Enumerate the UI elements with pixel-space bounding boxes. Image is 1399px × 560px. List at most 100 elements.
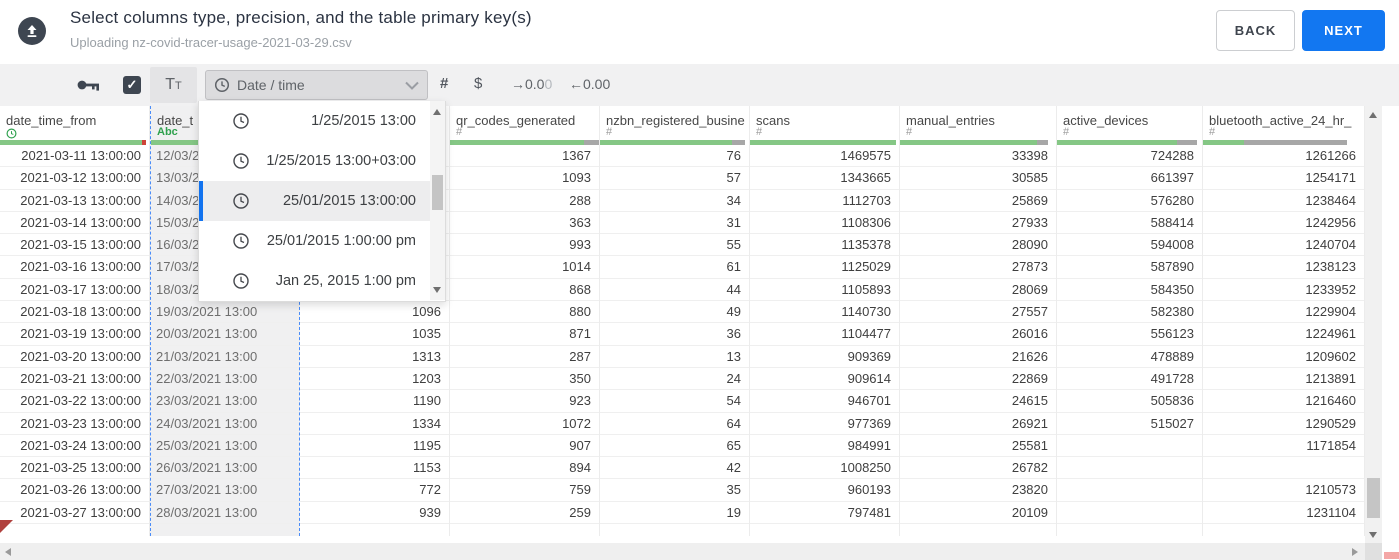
- table-cell: 1072: [450, 413, 599, 435]
- table-cell: 1210573: [1203, 479, 1364, 502]
- column-header[interactable]: manual_entries: [900, 106, 1056, 128]
- scroll-right-icon[interactable]: [1352, 548, 1358, 556]
- clock-icon: [233, 193, 249, 209]
- scroll-down-icon[interactable]: [1369, 532, 1377, 538]
- table-cell: 2021-03-25 13:00:00: [0, 457, 149, 480]
- table-cell: 2021-03-23 13:00:00: [0, 413, 149, 435]
- table-cell: 1035: [300, 323, 449, 346]
- date-format-option[interactable]: 1/25/2015 13:00: [199, 101, 445, 141]
- type-select-value: Date / time: [237, 77, 305, 93]
- table-cell: 556123: [1057, 323, 1202, 346]
- dropdown-scrollbar[interactable]: [430, 101, 445, 300]
- table-cell: 61: [600, 256, 749, 279]
- dropdown-scroll-thumb[interactable]: [432, 175, 443, 210]
- type-select[interactable]: Date / time: [205, 70, 428, 100]
- table-cell: 2021-03-17 13:00:00: [0, 279, 149, 302]
- table-cell: 36: [600, 323, 749, 346]
- column-checkbox[interactable]: ✓: [123, 76, 141, 94]
- table-cell: 1105893: [750, 279, 899, 302]
- date-format-option[interactable]: 25/01/2015 1:00:00 pm: [199, 221, 445, 261]
- table-cell: 55: [600, 234, 749, 257]
- table-cell: 1216460: [1203, 390, 1364, 413]
- column-type-glyph: [0, 128, 149, 139]
- table-cell: 23820: [900, 479, 1056, 502]
- table-cell: 2021-03-24 13:00:00: [0, 435, 149, 458]
- toolbar: ✓ TT Date / time # $ →0.00 ←0.00: [0, 64, 1399, 106]
- table-cell: 1254171: [1203, 167, 1364, 190]
- table-cell: 1290529: [1203, 413, 1364, 435]
- horizontal-scrollbar[interactable]: [0, 543, 1365, 560]
- column-header[interactable]: bluetooth_active_24_hr_: [1203, 106, 1364, 128]
- text-type-label-big: T: [165, 76, 176, 93]
- scroll-left-icon[interactable]: [5, 548, 11, 556]
- decrease-decimals-button[interactable]: ←0.00: [569, 76, 610, 92]
- table-cell: [1057, 479, 1202, 502]
- table-cell: 1096: [300, 301, 449, 324]
- table-cell: 28090: [900, 234, 1056, 257]
- table-column[interactable]: date_time_from 2021-03-11 13:00:00 2021-03…: [0, 106, 150, 536]
- table-cell: 350: [450, 368, 599, 391]
- clock-icon: [233, 153, 249, 169]
- increase-decimals-button[interactable]: →0.00: [511, 76, 552, 92]
- number-type-button[interactable]: #: [440, 75, 448, 92]
- date-format-dropdown: 1/25/2015 13:00 1/25/2015 13:00+03:00 25/0…: [198, 101, 446, 302]
- table-column[interactable]: nzbn_registered_busine #76 57 34 31 55 61 44 49 3…: [600, 106, 750, 536]
- back-button[interactable]: BACK: [1216, 10, 1295, 51]
- column-header[interactable]: active_devices: [1057, 106, 1202, 128]
- inc-decimal-faded: 0: [544, 76, 553, 92]
- upload-subtitle: Uploading nz-covid-tracer-usage-2021-03-…: [70, 35, 352, 50]
- table-cell: 505836: [1057, 390, 1202, 413]
- table-cell: 76: [600, 145, 749, 168]
- date-format-option[interactable]: Jan 25, 2015 1:00 pm: [199, 261, 445, 301]
- table-cell: 939: [300, 502, 449, 525]
- column-header[interactable]: scans: [750, 106, 899, 128]
- table-cell: 26016: [900, 323, 1056, 346]
- table-cell: 797481: [750, 502, 899, 525]
- table-cell: 54: [600, 390, 749, 413]
- vertical-scroll-thumb[interactable]: [1367, 478, 1380, 518]
- table-cell: 30585: [900, 167, 1056, 190]
- scroll-up-icon[interactable]: [1369, 112, 1377, 118]
- table-cell: 1469575: [750, 145, 899, 168]
- table-cell: 894: [450, 457, 599, 480]
- table-column[interactable]: bluetooth_active_24_hr_ #1261266 1254171 12…: [1203, 106, 1365, 536]
- currency-type-button[interactable]: $: [474, 75, 482, 92]
- table-cell: 1093: [450, 167, 599, 190]
- table-cell: 363: [450, 212, 599, 235]
- table-cell: 23/03/2021 13:00: [151, 390, 299, 413]
- table-cell: 1014: [450, 256, 599, 279]
- column-type-glyph: #: [756, 126, 763, 138]
- table-cell: 1242956: [1203, 212, 1364, 235]
- table-column[interactable]: qr_codes_generated #1367 1093 288 363 993 1014…: [450, 106, 600, 536]
- clock-icon: [214, 77, 230, 93]
- table-cell: 907: [450, 435, 599, 458]
- table-cell: 1140730: [750, 301, 899, 324]
- column-header[interactable]: nzbn_registered_busine: [600, 106, 749, 128]
- column-header[interactable]: date_time_from: [0, 106, 149, 128]
- column-type-glyph: #: [1063, 126, 1070, 138]
- table-cell: 1209602: [1203, 346, 1364, 368]
- next-button[interactable]: NEXT: [1302, 10, 1385, 51]
- table-column[interactable]: active_devices #724288 661397 576280 588414 5…: [1057, 106, 1203, 536]
- table-cell: 287: [450, 346, 599, 368]
- table-column[interactable]: scans #1469575 1343665 1112703 1108306 113537…: [750, 106, 900, 536]
- vertical-scrollbar[interactable]: [1365, 106, 1382, 543]
- quality-bar-segment-green: [600, 140, 732, 145]
- table-cell: 759: [450, 479, 599, 502]
- page-horizontal-scroll-thumb[interactable]: [1384, 552, 1399, 559]
- table-cell: 661397: [1057, 167, 1202, 190]
- date-format-option[interactable]: 25/01/2015 13:00:00: [199, 181, 445, 221]
- primary-key-icon[interactable]: [76, 76, 102, 94]
- table-column[interactable]: manual_entries #33398 30585 25869 27933 28090…: [900, 106, 1057, 536]
- table-cell: 2021-03-12 13:00:00: [0, 167, 149, 190]
- table-cell: 1008250: [750, 457, 899, 480]
- quality-bar-segment-green: [1203, 140, 1244, 145]
- table-cell: 594008: [1057, 234, 1202, 257]
- date-format-option[interactable]: 1/25/2015 13:00+03:00: [199, 141, 445, 181]
- column-header[interactable]: qr_codes_generated: [450, 106, 599, 128]
- table-cell: 288: [450, 190, 599, 212]
- table-cell: 1231104: [1203, 502, 1364, 525]
- dropdown-scroll-up-icon[interactable]: [433, 109, 441, 115]
- text-type-button[interactable]: TT: [150, 67, 197, 103]
- dropdown-scroll-down-icon[interactable]: [433, 287, 441, 293]
